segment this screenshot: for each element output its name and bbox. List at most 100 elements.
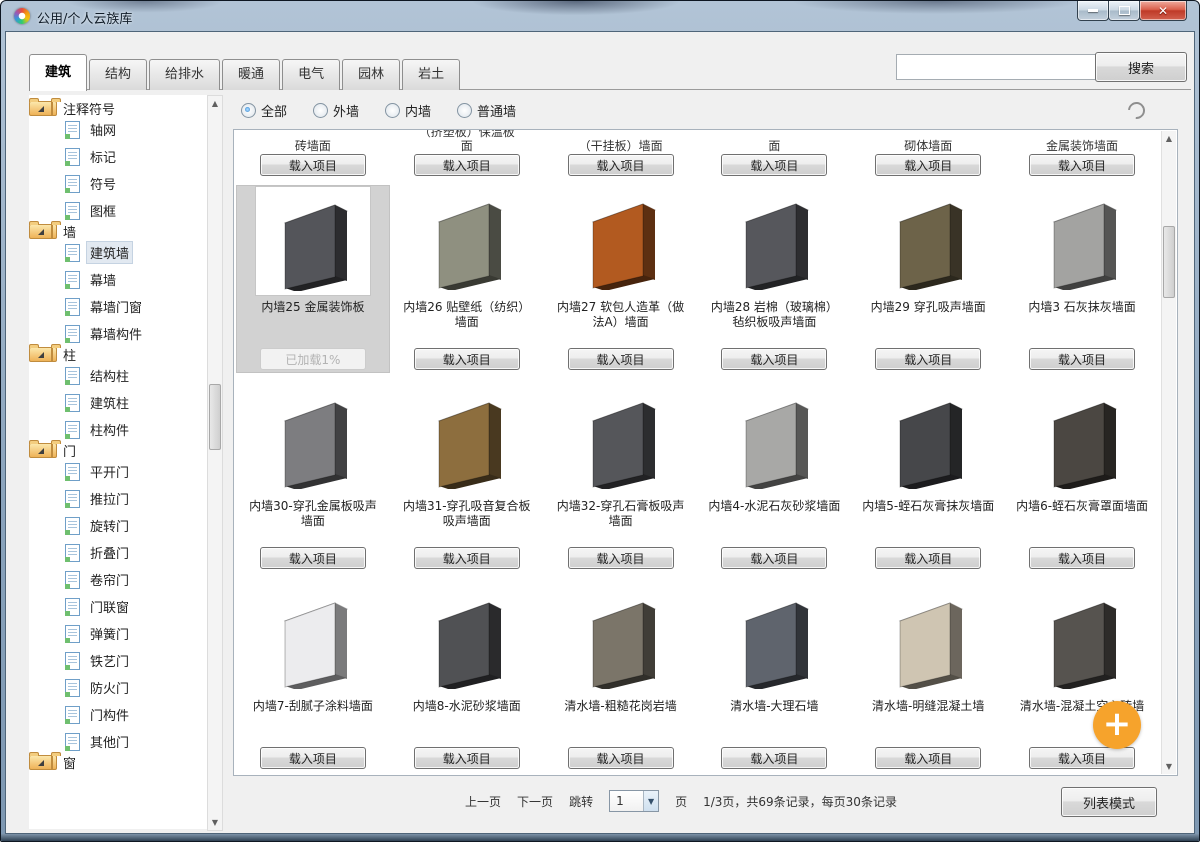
scroll-up-icon[interactable]: ▲ [208,96,222,111]
family-cell[interactable]: 内墙31-穿孔吸音复合板吸声墙面载入项目 [391,385,543,571]
wall-thumbnail[interactable] [873,188,983,292]
tree-folder[interactable]: 注释符号 [29,101,57,116]
filter-option[interactable]: 普通墙 [457,101,516,120]
wall-thumbnail[interactable] [719,188,829,292]
wall-thumbnail[interactable] [566,387,676,491]
tree-item[interactable]: 门联窗 [29,593,207,620]
tab-item[interactable]: 暖通 [222,59,280,90]
load-project-button[interactable]: 载入项目 [568,547,674,569]
tree-item[interactable]: 建筑墙 [29,239,207,266]
family-cell[interactable]: 内墙3 石灰抹灰墙面载入项目 [1006,186,1158,372]
load-project-button[interactable]: 载入项目 [260,154,366,176]
family-cell[interactable]: 内墙30-穿孔金属板吸声墙面载入项目 [237,385,389,571]
tree-item[interactable]: 图框 [29,197,207,224]
wall-thumbnail[interactable] [873,587,983,691]
add-button[interactable]: + [1093,701,1141,749]
radio-icon[interactable] [385,103,400,118]
tree-item[interactable]: 符号 [29,170,207,197]
close-button[interactable]: ✕ [1139,1,1187,21]
family-cell[interactable]: 内墙4-水泥石灰砂浆墙面载入项目 [698,385,850,571]
load-project-button[interactable]: 载入项目 [721,348,827,370]
family-cell[interactable]: 内墙29 穿孔吸声墙面载入项目 [852,186,1004,372]
tree-item[interactable]: 其他门 [29,728,207,755]
expand-triangle-icon[interactable] [38,352,44,358]
filter-option[interactable]: 全部 [241,101,287,120]
family-cell[interactable]: 内墙28 岩棉（玻璃棉）毡织板吸声墙面载入项目 [698,186,850,372]
search-button[interactable]: 搜索 [1095,52,1187,82]
minimize-button[interactable] [1077,1,1109,21]
tree-folder[interactable]: 柱 [29,347,57,362]
tree-item[interactable]: 卷帘门 [29,566,207,593]
wall-thumbnail[interactable] [412,188,522,292]
tree-item[interactable]: 折叠门 [29,539,207,566]
family-cell[interactable]: 内墙7-刮腻子涂料墙面载入项目 [237,585,389,771]
load-project-button[interactable]: 载入项目 [414,547,520,569]
wall-thumbnail[interactable] [412,587,522,691]
scroll-up-icon[interactable]: ▲ [1162,131,1176,146]
family-cell[interactable]: 内墙6-蛭石灰膏罩面墙面载入项目 [1006,385,1158,571]
grid-scrollbar[interactable]: ▲ ▼ [1161,131,1176,774]
filter-option[interactable]: 外墙 [313,101,359,120]
load-project-button[interactable]: 载入项目 [568,154,674,176]
load-project-button[interactable]: 载入项目 [414,348,520,370]
family-cell[interactable]: （干挂板）墙面载入项目 [545,132,697,178]
tree-folder[interactable]: 窗 [29,755,57,770]
tree-item[interactable]: 门构件 [29,701,207,728]
tree-item[interactable]: 幕墙 [29,266,207,293]
radio-icon[interactable] [241,103,256,118]
load-project-button[interactable]: 载入项目 [875,747,981,769]
family-cell[interactable]: 清水墙-粗糙花岗岩墙载入项目 [545,585,697,771]
wall-thumbnail[interactable] [566,587,676,691]
wall-thumbnail[interactable] [566,188,676,292]
tree-item[interactable]: 防火门 [29,674,207,701]
wall-thumbnail[interactable] [412,387,522,491]
tab-item[interactable]: 岩土 [402,59,460,90]
radio-icon[interactable] [457,103,472,118]
tab-item[interactable]: 结构 [89,59,147,90]
load-project-button[interactable]: 载入项目 [260,747,366,769]
wall-thumbnail[interactable] [719,387,829,491]
family-cell[interactable]: 砌体墙面载入项目 [852,132,1004,178]
family-cell[interactable]: 内墙27 软包人造革（做法A）墙面载入项目 [545,186,697,372]
load-project-button[interactable]: 载入项目 [568,747,674,769]
scroll-down-icon[interactable]: ▼ [208,815,222,830]
scrollbar-thumb[interactable] [209,384,221,450]
scroll-down-icon[interactable]: ▼ [1162,759,1176,774]
family-cell[interactable]: 内墙25 金属装饰板已加载1% [237,186,389,372]
wall-thumbnail[interactable] [258,587,368,691]
tree-folder[interactable]: 墙 [29,224,57,239]
tree-item[interactable]: 幕墙门窗 [29,293,207,320]
family-cell[interactable]: 面载入项目 [698,132,850,178]
load-project-button[interactable]: 载入项目 [568,348,674,370]
tree-item[interactable]: 推拉门 [29,485,207,512]
load-project-button[interactable]: 载入项目 [875,348,981,370]
tree-item[interactable]: 标记 [29,143,207,170]
tree-item[interactable]: 幕墙构件 [29,320,207,347]
expand-triangle-icon[interactable] [38,760,44,766]
family-cell[interactable]: 内墙5-蛭石灰膏抹灰墙面载入项目 [852,385,1004,571]
family-cell[interactable]: （挤塑板）保温板面载入项目 [391,132,543,178]
tree-item[interactable]: 铁艺门 [29,647,207,674]
wall-thumbnail[interactable] [258,387,368,491]
family-cell[interactable]: 清水墙-大理石墙载入项目 [698,585,850,771]
tree-item[interactable]: 建筑柱 [29,389,207,416]
tab-item[interactable]: 电气 [282,59,340,90]
load-project-button[interactable]: 载入项目 [414,747,520,769]
page-select[interactable]: 1 ▼ [609,790,659,812]
wall-thumbnail[interactable] [1027,387,1137,491]
tree-item[interactable]: 旋转门 [29,512,207,539]
family-cell[interactable]: 清水墙-混凝土空心砖墙载入项目 [1006,585,1158,771]
family-cell[interactable]: 内墙32-穿孔石膏板吸声墙面载入项目 [545,385,697,571]
wall-thumbnail[interactable] [1027,587,1137,691]
load-project-button[interactable]: 载入项目 [1029,747,1135,769]
family-cell[interactable]: 清水墙-明缝混凝土墙载入项目 [852,585,1004,771]
tree-item[interactable]: 轴网 [29,116,207,143]
tree-folder[interactable]: 门 [29,443,57,458]
load-project-button[interactable]: 载入项目 [414,154,520,176]
radio-icon[interactable] [313,103,328,118]
tab-item[interactable]: 建筑 [29,54,87,91]
load-project-button[interactable]: 载入项目 [721,747,827,769]
tab-item[interactable]: 给排水 [149,59,220,90]
load-project-button[interactable]: 载入项目 [875,547,981,569]
expand-triangle-icon[interactable] [38,448,44,454]
